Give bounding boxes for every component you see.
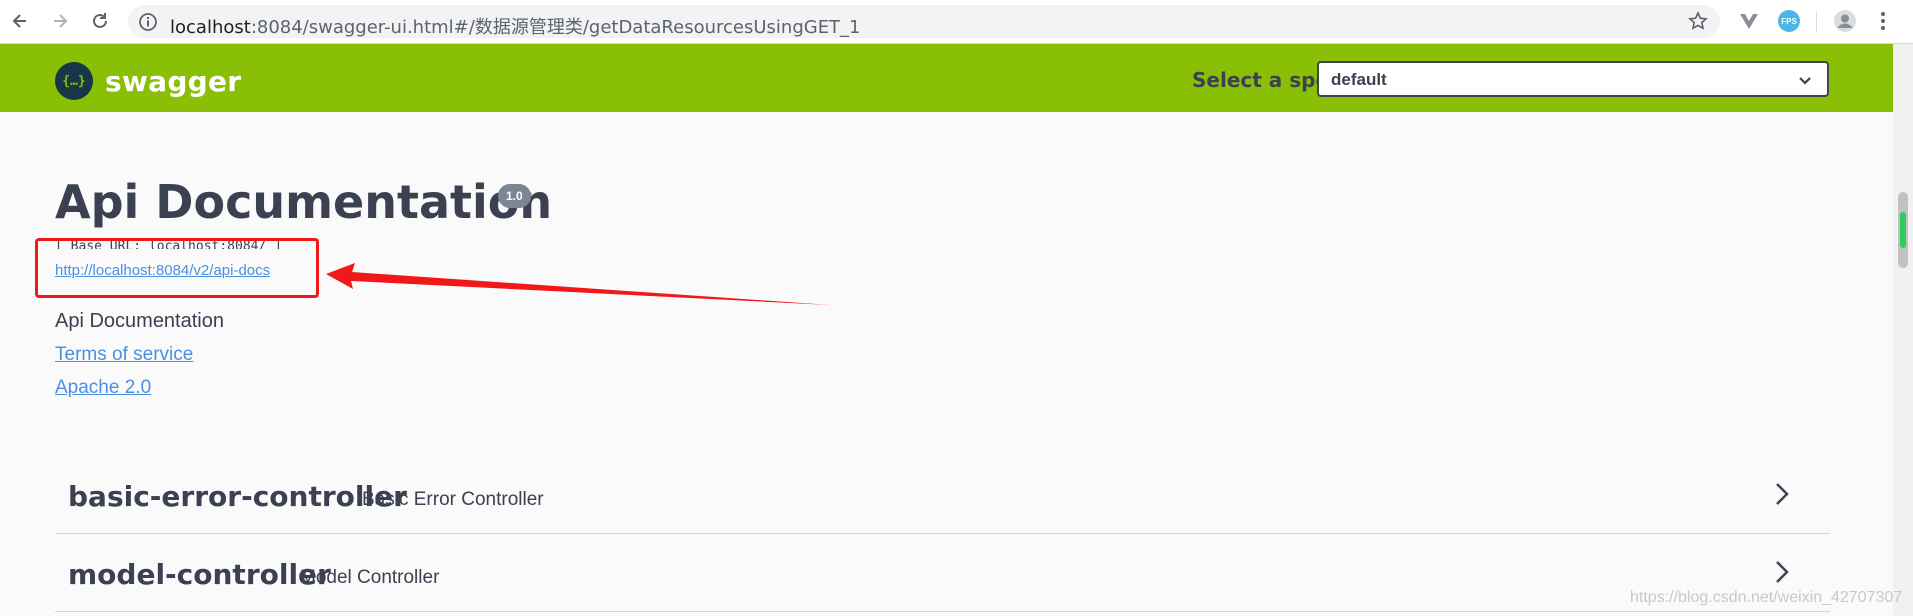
- chevron-down-icon: [1799, 77, 1811, 85]
- url-path: :8084/swagger-ui.html#/数据源管理类/getDataRes…: [250, 17, 861, 38]
- toolbar-divider: [1816, 11, 1817, 33]
- tag-description: Model Controller: [300, 567, 440, 588]
- site-info-icon[interactable]: [138, 12, 158, 32]
- api-description: Api Documentation: [55, 310, 224, 332]
- logo-symbol: {…}: [62, 73, 86, 89]
- forward-button[interactable]: [48, 9, 72, 33]
- profile-avatar-icon[interactable]: [1834, 10, 1856, 32]
- annotation-highlight-box: [35, 238, 319, 298]
- logo-text: swagger: [105, 64, 242, 98]
- scrollbar-thumb[interactable]: [1898, 192, 1908, 268]
- back-arrow-icon: [12, 14, 26, 28]
- watermark: https://blog.csdn.net/weixin_42707307: [1630, 589, 1903, 606]
- back-button[interactable]: [8, 9, 32, 33]
- swagger-topbar: {…} swagger Select a spec default: [0, 44, 1893, 112]
- chevron-right-icon: [1776, 561, 1789, 583]
- swagger-logo[interactable]: {…} swagger: [55, 62, 241, 100]
- terms-of-service-link[interactable]: Terms of service: [55, 344, 193, 366]
- chevron-right-icon: [1776, 483, 1789, 505]
- fps-label: FPS: [1781, 16, 1797, 26]
- browser-menu-icon[interactable]: [1872, 10, 1894, 32]
- tag-name: basic-error-controller: [68, 480, 407, 513]
- spec-select-value: default: [1331, 70, 1387, 89]
- address-bar[interactable]: localhost:8084/swagger-ui.html#/数据源管理类/g…: [128, 5, 1720, 38]
- tag-name: model-controller: [68, 558, 331, 591]
- tag-model-controller[interactable]: model-controller Model Controller: [55, 534, 1830, 612]
- version-badge: 1.0: [498, 184, 531, 208]
- page-scrollbar[interactable]: [1893, 44, 1913, 616]
- reload-icon: [93, 13, 107, 28]
- browser-toolbar: localhost:8084/swagger-ui.html#/数据源管理类/g…: [0, 0, 1913, 44]
- vue-devtools-icon[interactable]: [1738, 10, 1760, 32]
- url-host: localhost: [170, 17, 251, 38]
- swagger-logo-icon: {…}: [55, 62, 93, 100]
- reload-button[interactable]: [88, 9, 112, 33]
- page-title: Api Documentation: [55, 175, 553, 229]
- fps-extension-icon[interactable]: FPS: [1778, 10, 1800, 32]
- license-link[interactable]: Apache 2.0: [55, 377, 151, 399]
- forward-arrow-icon: [54, 14, 68, 28]
- spec-select[interactable]: default: [1317, 61, 1829, 97]
- url-text[interactable]: localhost:8084/swagger-ui.html#/数据源管理类/g…: [170, 13, 861, 39]
- bookmark-star-icon[interactable]: [1688, 11, 1708, 31]
- tag-basic-error-controller[interactable]: basic-error-controller Basic Error Contr…: [55, 456, 1830, 534]
- tag-description: Basic Error Controller: [362, 489, 544, 510]
